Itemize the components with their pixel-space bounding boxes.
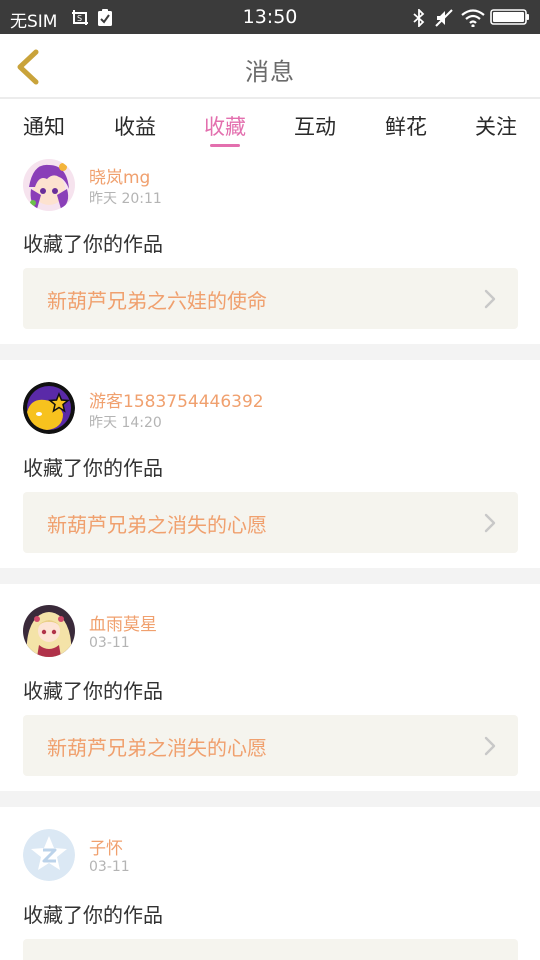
timestamp: 昨天 20:11 [89, 191, 162, 207]
separator [0, 568, 540, 584]
list-item: 晓岚mg 昨天 20:11 收藏了你的作品 新葫芦兄弟之六娃的使命 [0, 151, 540, 344]
username[interactable]: 子怀 [89, 834, 123, 859]
work-link[interactable]: 新葫芦兄弟之消失的心愿 [23, 492, 518, 553]
tab-favorites[interactable]: 收藏 [185, 111, 265, 141]
list-item: 子怀 03-11 收藏了你的作品 [0, 807, 540, 960]
action-text: 收藏了你的作品 [23, 456, 163, 480]
tab-earnings[interactable]: 收益 [95, 111, 175, 141]
work-link[interactable]: 新葫芦兄弟之六娃的使命 [23, 268, 518, 329]
action-text: 收藏了你的作品 [23, 232, 163, 256]
tab-follows[interactable]: 关注 [456, 111, 536, 141]
work-link[interactable]: 新葫芦兄弟之消失的心愿 [23, 715, 518, 776]
avatar[interactable] [23, 829, 75, 881]
work-title: 新葫芦兄弟之消失的心愿 [47, 736, 267, 760]
header: 消息 [0, 34, 540, 99]
username[interactable]: 血雨莫星 [89, 610, 157, 635]
list-item: 游客1583754446392 昨天 14:20 收藏了你的作品 新葫芦兄弟之消… [0, 360, 540, 553]
tab-interactions[interactable]: 互动 [275, 111, 355, 141]
username[interactable]: 游客1583754446392 [89, 387, 264, 412]
username[interactable]: 晓岚mg [89, 163, 150, 188]
favorites-feed: 晓岚mg 昨天 20:11 收藏了你的作品 新葫芦兄弟之六娃的使命 游客1583… [0, 151, 540, 960]
avatar[interactable] [23, 159, 75, 211]
timestamp: 03-11 [89, 635, 130, 651]
work-title: 新葫芦兄弟之六娃的使命 [47, 289, 267, 313]
chevron-right-icon [484, 513, 496, 537]
screen: 无SIM S 13:50 消息 通知 收益 收藏 互动 鲜花 关注 晓岚mg 昨… [0, 0, 540, 960]
tab-bar: 通知 收益 收藏 互动 鲜花 关注 [0, 101, 540, 151]
tab-notifications[interactable]: 通知 [4, 111, 84, 141]
battery-icon [490, 9, 530, 29]
separator [0, 791, 540, 807]
bluetooth-icon [413, 7, 425, 31]
avatar[interactable] [23, 605, 75, 657]
separator [0, 344, 540, 360]
chevron-right-icon [484, 736, 496, 760]
timestamp: 03-11 [89, 859, 130, 875]
active-tab-indicator [210, 144, 240, 147]
mute-icon [435, 9, 453, 31]
timestamp: 昨天 14:20 [89, 415, 162, 431]
action-text: 收藏了你的作品 [23, 679, 163, 703]
clock: 13:50 [242, 6, 298, 28]
action-text: 收藏了你的作品 [23, 903, 163, 927]
wifi-icon [461, 9, 485, 31]
page-title: 消息 [245, 58, 295, 86]
chevron-right-icon [484, 289, 496, 313]
avatar[interactable] [23, 382, 75, 434]
list-item: 血雨莫星 03-11 收藏了你的作品 新葫芦兄弟之消失的心愿 [0, 584, 540, 777]
tab-flowers[interactable]: 鲜花 [366, 111, 446, 141]
status-bar: 无SIM S 13:50 [0, 0, 540, 34]
work-link[interactable] [23, 939, 518, 960]
work-title: 新葫芦兄弟之消失的心愿 [47, 513, 267, 537]
